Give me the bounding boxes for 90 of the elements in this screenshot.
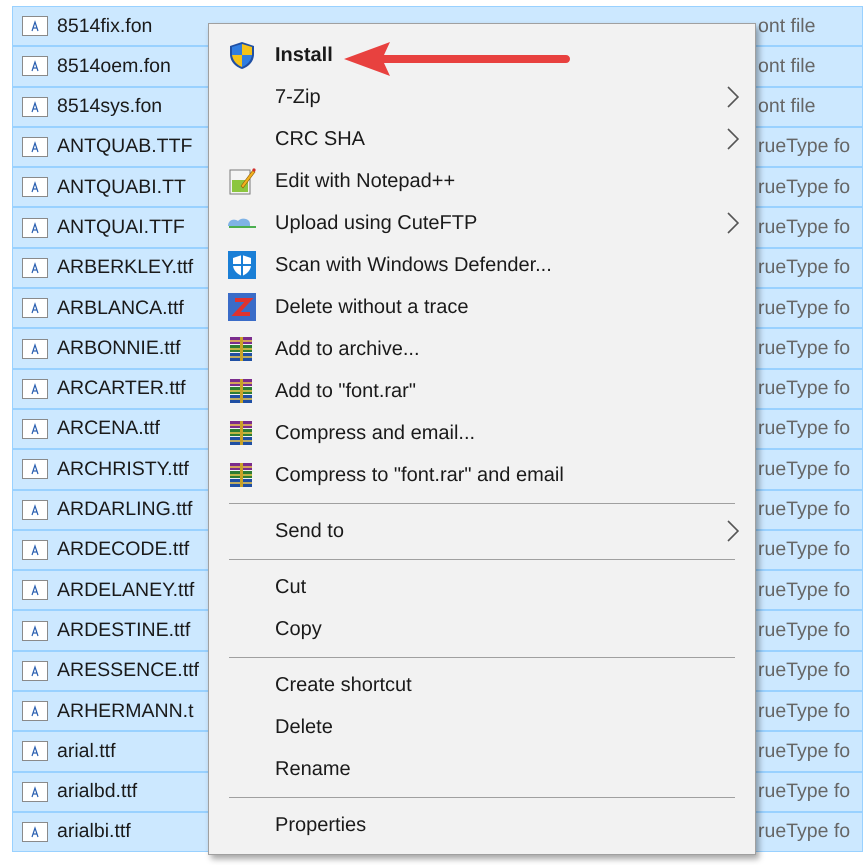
chevron-right-icon: [727, 128, 739, 150]
font-file-icon: [22, 500, 48, 520]
file-type: rueType fo: [758, 537, 852, 562]
file-name: ANTQUABI.TT: [57, 174, 187, 200]
file-type: rueType fo: [758, 215, 852, 240]
chevron-right-icon: [727, 520, 739, 542]
menu-item[interactable]: Rename: [209, 748, 755, 790]
menu-item[interactable]: Properties: [209, 804, 755, 846]
file-type: rueType fo: [758, 497, 852, 522]
file-name: arial.ttf: [57, 738, 117, 764]
file-name: 8514oem.fon: [57, 54, 172, 79]
font-file-icon: [22, 540, 48, 560]
font-file-icon: [22, 419, 48, 440]
font-file-icon: [22, 137, 48, 158]
file-type: rueType fo: [758, 416, 852, 442]
font-file-icon: [22, 741, 48, 762]
font-file-icon: [22, 56, 48, 76]
font-file-icon: [22, 822, 48, 842]
menu-item[interactable]: Scan with Windows Defender...: [209, 244, 755, 286]
file-type: rueType fo: [758, 134, 852, 160]
file-type: rueType fo: [758, 779, 852, 804]
menu-item[interactable]: Delete without a trace: [209, 286, 755, 328]
file-name: arialbd.ttf: [57, 779, 138, 804]
file-name: ARCARTER.ttf: [57, 376, 187, 402]
font-file-icon: [22, 16, 48, 36]
file-name: ARBERKLEY.ttf: [57, 255, 194, 280]
notepad-icon: [227, 166, 257, 196]
menu-item[interactable]: Cut: [209, 566, 755, 608]
menu-item[interactable]: Install: [209, 34, 755, 76]
file-type: rueType fo: [758, 174, 852, 200]
shield-icon: [227, 40, 257, 70]
file-type: rueType fo: [758, 618, 852, 643]
font-file-icon: [22, 258, 48, 278]
zigzag-icon: [227, 292, 257, 322]
menu-item[interactable]: Compress and email...: [209, 412, 755, 454]
font-file-icon: [22, 701, 48, 722]
menu-item[interactable]: Add to "font.rar": [209, 370, 755, 412]
menu-item[interactable]: Copy: [209, 608, 755, 650]
menu-item[interactable]: 7-Zip: [209, 76, 755, 118]
font-file-icon: [22, 782, 48, 802]
font-file-icon: [22, 378, 48, 399]
file-name: 8514fix.fon: [57, 14, 154, 39]
menu-item[interactable]: Add to archive...: [209, 328, 755, 370]
file-name: ARBONNIE.ttf: [57, 336, 182, 361]
chevron-right-icon: [727, 212, 739, 234]
menu-item[interactable]: CRC SHA: [209, 118, 755, 160]
menu-item[interactable]: Upload using CuteFTP: [209, 202, 755, 244]
file-name: ARBLANCA.ttf: [57, 296, 185, 321]
font-file-icon: [22, 298, 48, 318]
file-type: rueType fo: [758, 376, 852, 402]
file-type: rueType fo: [758, 578, 852, 603]
file-name: ANTQUAI.TTF: [57, 215, 186, 240]
font-file-icon: [22, 177, 48, 198]
font-file-icon: [22, 660, 48, 681]
menu-item[interactable]: Compress to "font.rar" and email: [209, 454, 755, 496]
font-file-icon: [22, 338, 48, 359]
file-name: ARCHRISTY.ttf: [57, 456, 190, 482]
chevron-right-icon: [727, 86, 739, 108]
file-name: arialbi.ttf: [57, 819, 132, 844]
file-type: rueType fo: [758, 658, 852, 684]
file-name: ARESSENCE.ttf: [57, 658, 200, 684]
file-type: rueType fo: [758, 255, 852, 280]
file-name: ARDESTINE.ttf: [57, 618, 192, 643]
file-name: ARDECODE.ttf: [57, 537, 190, 562]
cloud-icon: [227, 217, 257, 229]
file-name: ARHERMANN.t: [57, 698, 195, 724]
file-name: ANTQUAB.TTF: [57, 134, 194, 160]
menu-item[interactable]: Edit with Notepad++: [209, 160, 755, 202]
file-type: ont file: [758, 14, 816, 39]
font-file-icon: [22, 96, 48, 117]
file-type: rueType fo: [758, 456, 852, 482]
menu-item[interactable]: Create shortcut: [209, 664, 755, 706]
menu-item[interactable]: Delete: [209, 706, 755, 748]
file-type: ont file: [758, 94, 816, 120]
font-file-icon: [22, 459, 48, 480]
font-file-icon: [22, 620, 48, 641]
file-type: ont file: [758, 54, 816, 79]
file-type: rueType fo: [758, 336, 852, 361]
file-type: rueType fo: [758, 738, 852, 764]
file-type: rueType fo: [758, 296, 852, 321]
file-name: ARCENA.ttf: [57, 416, 161, 442]
font-file-icon: [22, 218, 48, 238]
defender-shield-icon: [227, 250, 257, 280]
font-file-icon: [22, 580, 48, 600]
file-name: ARDARLING.ttf: [57, 497, 194, 522]
menu-item[interactable]: Send to: [209, 510, 755, 552]
file-type: rueType fo: [758, 819, 852, 844]
file-name: 8514sys.fon: [57, 94, 164, 120]
file-type: rueType fo: [758, 698, 852, 724]
file-name: ARDELANEY.ttf: [57, 578, 196, 603]
